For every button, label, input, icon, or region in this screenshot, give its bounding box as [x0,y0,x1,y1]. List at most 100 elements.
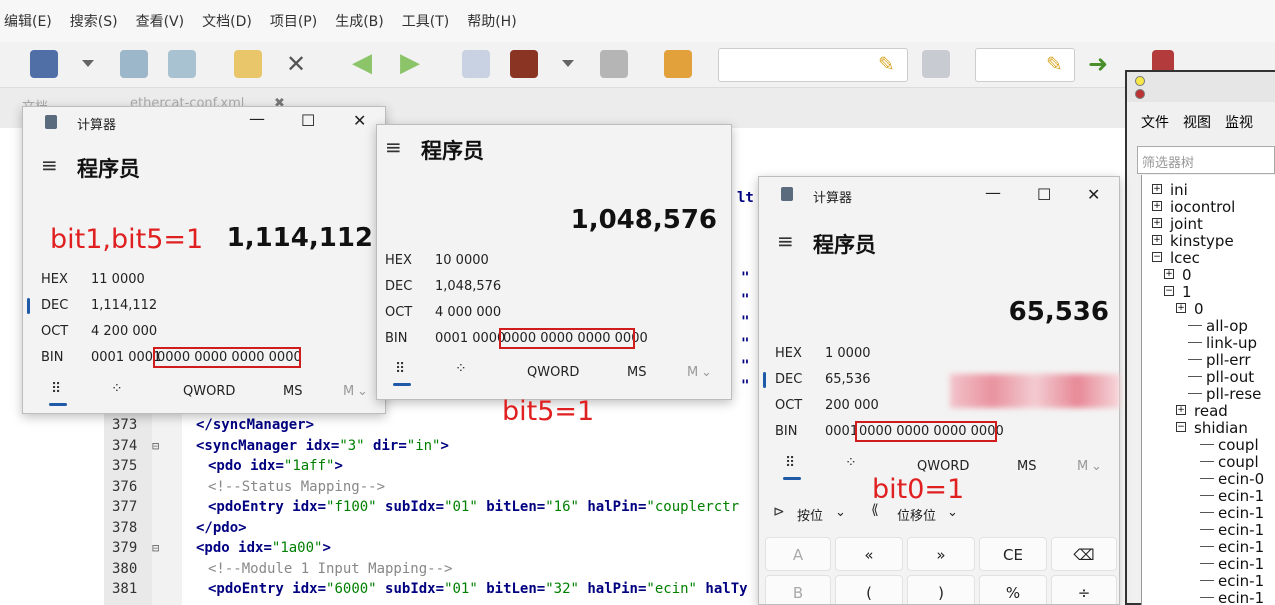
tree-item[interactable]: ecin-1 [1218,572,1264,590]
chevron-down-icon[interactable]: ⌄ [701,365,712,380]
word-size-button[interactable]: QWORD [527,365,579,380]
tree-item[interactable]: joint [1170,215,1203,233]
fold-toggle-icon[interactable]: ⊟ [152,538,174,558]
menu-search[interactable]: 搜索(S) [70,11,118,31]
memory-button[interactable]: M [687,365,698,380]
bitwise-icon[interactable]: ⊳ [773,504,785,520]
tree-item[interactable]: pll-out [1206,368,1254,386]
menu-file[interactable]: 文件 [1141,112,1169,132]
bit-toggle-keypad-icon[interactable]: ⁘ [845,455,857,471]
memory-button[interactable]: M [343,384,354,399]
menu-view[interactable]: 视图 [1183,112,1211,132]
expand-icon[interactable]: + [1152,235,1162,245]
menu-document[interactable]: 文档(D) [202,11,252,31]
tree-item[interactable]: coupl [1218,453,1259,471]
tree-item[interactable]: ecin-1 [1218,521,1264,539]
save-icon[interactable] [30,50,58,78]
build-icon[interactable] [510,50,538,78]
collapse-icon[interactable]: − [1176,422,1186,432]
close-icon[interactable] [1135,89,1145,99]
key-clear-entry[interactable]: CE [979,537,1047,571]
key-divide[interactable]: ÷ [1051,575,1117,604]
oct-label[interactable]: OCT [385,305,412,320]
menu-project[interactable]: 项目(P) [270,11,317,31]
close-icon[interactable]: ✕ [353,111,366,130]
tree-item[interactable]: 0 [1194,300,1204,318]
back-icon[interactable]: ◀ [348,50,376,78]
color-chooser-icon[interactable] [664,50,692,78]
tree-item[interactable]: ecin-1 [1218,589,1264,605]
dec-label[interactable]: DEC [41,298,68,313]
maximize-icon[interactable]: ☐ [301,111,315,130]
tree-item[interactable]: ecin-1 [1218,487,1264,505]
tree-item[interactable]: shidian [1194,419,1248,437]
expand-icon[interactable]: + [1176,303,1186,313]
memory-store-button[interactable]: MS [1017,459,1036,474]
tree-item[interactable]: ecin-1 [1218,555,1264,573]
key-b[interactable]: B [765,575,831,604]
reload-icon[interactable] [234,50,262,78]
minimize-icon[interactable]: — [249,109,265,128]
tree-item[interactable]: 0 [1182,266,1192,284]
oct-label[interactable]: OCT [775,398,802,413]
tree-item[interactable]: ecin-1 [1218,504,1264,522]
memory-button[interactable]: M [1077,459,1088,474]
chevron-down-icon[interactable] [82,60,94,67]
tree-item[interactable]: ecin-0 [1218,470,1264,488]
chevron-down-icon[interactable]: ⌄ [835,505,846,520]
tree-item[interactable]: pll-err [1206,351,1251,369]
tree-item[interactable]: coupl [1218,436,1259,454]
hex-label[interactable]: HEX [775,346,802,361]
maximize-icon[interactable]: ☐ [1037,185,1051,204]
hex-label[interactable]: HEX [385,253,412,268]
menu-build[interactable]: 生成(B) [335,11,384,31]
expand-icon[interactable]: + [1176,405,1186,415]
expand-icon[interactable]: + [1164,269,1174,279]
key-right-shift[interactable]: » [907,537,975,571]
chevron-down-icon[interactable]: ⌄ [357,384,368,399]
clear-icon[interactable]: ✎ [1046,50,1074,78]
gear-icon[interactable] [600,50,628,78]
key-backspace[interactable]: ⌫ [1051,537,1117,571]
full-keypad-icon[interactable]: ⠿ [51,381,61,397]
menu-watch[interactable]: 监视 [1225,112,1253,132]
tree-item[interactable]: ini [1170,181,1188,199]
menu-help[interactable]: 帮助(H) [467,11,516,31]
bitwise-dropdown[interactable]: 按位 [797,505,823,524]
hal-tree[interactable]: + ini + iocontrol + joint + kinstype − lcec +0−1 +0… [1141,175,1275,605]
menu-edit[interactable]: 编辑(E) [4,11,52,31]
collapse-icon[interactable]: − [1164,286,1174,296]
word-size-button[interactable]: QWORD [917,459,969,474]
full-keypad-icon[interactable]: ⠿ [785,455,795,471]
fold-toggle-icon[interactable]: ⊟ [152,436,174,456]
tree-item[interactable]: ecin-1 [1218,538,1264,556]
expand-icon[interactable]: + [1152,184,1162,194]
clear-icon[interactable]: ✎ [878,50,906,78]
key-percent[interactable]: % [979,575,1047,604]
bin-label[interactable]: BIN [385,331,407,346]
tree-item[interactable]: kinstype [1170,232,1234,250]
compile-icon[interactable] [462,50,490,78]
key-close-paren[interactable]: ) [907,575,975,604]
bin-label[interactable]: BIN [41,350,63,365]
expand-icon[interactable]: + [1152,201,1162,211]
hamburger-menu-icon[interactable]: ≡ [777,229,794,253]
key-left-shift[interactable]: « [835,537,903,571]
tree-item[interactable]: 1 [1182,283,1192,301]
tree-item[interactable]: read [1194,402,1228,420]
chevron-down-icon[interactable]: ⌄ [947,505,958,520]
bin-label[interactable]: BIN [775,424,797,439]
word-size-button[interactable]: QWORD [183,384,235,399]
search-icon[interactable] [922,50,950,78]
forward-icon[interactable]: ▶ [396,50,424,78]
tree-item[interactable]: iocontrol [1170,198,1235,216]
dec-label[interactable]: DEC [775,372,802,387]
full-keypad-icon[interactable]: ⠿ [395,361,405,377]
close-icon[interactable]: ✕ [282,50,310,78]
jump-icon[interactable]: ➜ [1088,50,1116,78]
tree-item[interactable]: pll-rese [1206,385,1261,403]
hex-label[interactable]: HEX [41,272,68,287]
oct-label[interactable]: OCT [41,324,68,339]
menu-view[interactable]: 查看(V) [136,11,185,31]
key-open-paren[interactable]: ( [835,575,903,604]
